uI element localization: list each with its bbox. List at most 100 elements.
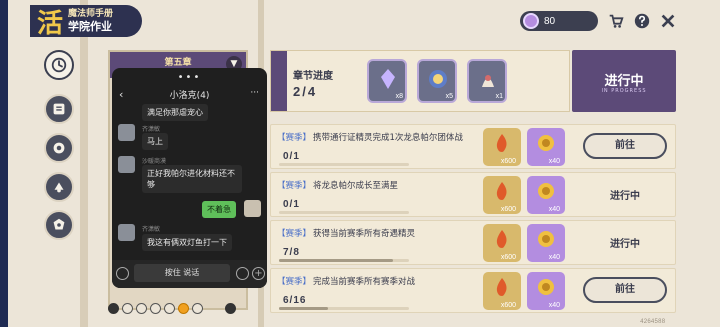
- pager-dot[interactable]: [164, 302, 175, 314]
- pager-next-icon[interactable]: [225, 302, 236, 314]
- reward-qty: x40: [548, 254, 560, 261]
- pager-dot[interactable]: [122, 302, 133, 314]
- task-progress: 7/8: [283, 247, 300, 258]
- flame-icon: [496, 182, 507, 200]
- help-button[interactable]: [632, 11, 652, 31]
- crystal-icon: [381, 69, 395, 89]
- header-tag: 活 魔法师手册 学院作业: [30, 5, 142, 39]
- task-row: 【赛季】 携带通行证精灵完成1次龙息帕尔团体战 0/1 x600 x40 前往: [270, 124, 676, 169]
- task-row: 【赛季】 完成当前赛季所有赛季对战 6/16 x600 x40 前往: [270, 268, 676, 313]
- close-button[interactable]: [658, 11, 678, 31]
- chapter-status-sub: IN PROGRESS: [601, 88, 647, 94]
- reward-gold[interactable]: x600: [483, 128, 521, 166]
- reward-purple[interactable]: x40: [527, 224, 565, 262]
- chat-overlay: ••• ‹ 小洛克(4) ··· 满足你那虐宠心 齐潇敏 马上 沙暖商漠 正好我…: [112, 68, 267, 288]
- reward-qty: x600: [500, 206, 516, 213]
- pager-dot[interactable]: [136, 302, 147, 314]
- reward-crystal[interactable]: x8: [367, 59, 407, 103]
- reward-qty: x600: [500, 302, 516, 309]
- task-status-in-progress: 进行中: [610, 191, 640, 202]
- reward-spirit[interactable]: x1: [467, 59, 507, 103]
- avatar[interactable]: [118, 124, 135, 141]
- chapter-pager: [108, 300, 248, 316]
- reward-purple[interactable]: x40: [527, 176, 565, 214]
- nav-book-icon[interactable]: [44, 94, 74, 124]
- flame-icon: [496, 278, 507, 296]
- nav-badge-icon[interactable]: [44, 210, 74, 240]
- chapter-status-text: 进行中: [604, 74, 644, 89]
- avatar[interactable]: [244, 200, 261, 217]
- task-progress: 0/1: [283, 151, 300, 162]
- badge-icon: [53, 218, 65, 230]
- task-season-tag: 【赛季】: [277, 181, 312, 191]
- shop-button[interactable]: [606, 11, 626, 31]
- task-progress-fill: [279, 307, 328, 310]
- shop-icon: [609, 14, 624, 28]
- task-text: 携带通行证精灵完成1次龙息帕尔团体战: [313, 133, 463, 143]
- go-button[interactable]: 前往: [583, 133, 667, 159]
- nav-clock-icon[interactable]: [44, 50, 74, 80]
- reward-qty: x40: [548, 206, 560, 213]
- nav-stripe: [0, 0, 8, 327]
- pager-dot-current[interactable]: [178, 302, 189, 314]
- close-icon: [661, 14, 675, 28]
- gem-icon: [523, 13, 539, 29]
- help-icon: [634, 13, 650, 29]
- emoji-icon[interactable]: [236, 267, 249, 280]
- task-progress-bar: [279, 163, 409, 166]
- chat-menu-dots[interactable]: •••: [112, 72, 267, 83]
- left-nav: [0, 0, 88, 327]
- reward-purple[interactable]: x40: [527, 272, 565, 310]
- voice-toggle-icon[interactable]: [116, 267, 129, 280]
- avatar[interactable]: [118, 224, 135, 241]
- chat-header: ‹ 小洛克(4) ···: [112, 88, 267, 104]
- reward-gold[interactable]: x600: [483, 224, 521, 262]
- reward-purple[interactable]: x40: [527, 128, 565, 166]
- go-button[interactable]: 前往: [583, 277, 667, 303]
- chapter-status: 进行中 IN PROGRESS: [572, 50, 676, 112]
- reward-qty: x40: [548, 158, 560, 165]
- nav-notes-icon[interactable]: [44, 172, 74, 202]
- chat-message-mine: 不着急: [202, 201, 236, 218]
- pager-prev-icon[interactable]: [108, 302, 119, 314]
- chat-message: 我这有俩双灯鱼打一下: [142, 234, 232, 251]
- task-status-in-progress: 进行中: [610, 239, 640, 250]
- task-description: 【赛季】 获得当前赛季所有奇遇精灵: [277, 227, 415, 239]
- flame-icon: [496, 230, 507, 248]
- nav-puzzle-icon[interactable]: [44, 133, 74, 163]
- header-subtitle: 魔法师手册: [68, 9, 114, 19]
- avatar[interactable]: [118, 156, 135, 173]
- pager-dot[interactable]: [150, 302, 161, 314]
- pager-lock-icon[interactable]: [192, 302, 203, 314]
- task-row: 【赛季】 将龙息帕尔成长至满星 0/1 x600 x40 进行中: [270, 172, 676, 217]
- hold-to-talk-button[interactable]: 按住 说话: [134, 264, 230, 282]
- reward-qty: x8: [395, 93, 403, 100]
- coin-icon: [538, 135, 554, 151]
- progress-label: 章节进度: [293, 71, 333, 82]
- reward-qty: x600: [500, 158, 516, 165]
- spirit-icon: [482, 75, 494, 87]
- reward-gold[interactable]: x600: [483, 176, 521, 214]
- chat-message: 马上: [142, 133, 168, 150]
- task-text: 将龙息帕尔成长至满星: [313, 181, 399, 191]
- reward-qty: x600: [500, 254, 516, 261]
- flame-icon: [496, 134, 507, 152]
- chat-more-icon[interactable]: ···: [250, 88, 259, 98]
- plus-icon[interactable]: +: [252, 267, 265, 280]
- currency-display: 80: [520, 11, 598, 31]
- reward-orb[interactable]: x5: [417, 59, 457, 103]
- orb-icon: [429, 70, 447, 88]
- chat-input-bar: 按住 说话 +: [112, 260, 267, 288]
- reward-qty: x1: [495, 93, 503, 100]
- nav-separator: [80, 0, 88, 327]
- task-description: 【赛季】 完成当前赛季所有赛季对战: [277, 275, 415, 287]
- reward-qty: x5: [445, 93, 453, 100]
- task-text: 完成当前赛季所有赛季对战: [313, 277, 416, 287]
- message-sender: 齐潇敏: [142, 126, 161, 133]
- reward-gold[interactable]: x600: [483, 272, 521, 310]
- reward-qty: x40: [548, 302, 560, 309]
- chapter-progress-card: 章节进度 2/4 x8 x5 x1: [270, 50, 570, 112]
- handbook-logo: 活: [36, 8, 63, 39]
- task-progress-fill: [279, 259, 393, 262]
- chat-title: 小洛克(4): [169, 91, 210, 101]
